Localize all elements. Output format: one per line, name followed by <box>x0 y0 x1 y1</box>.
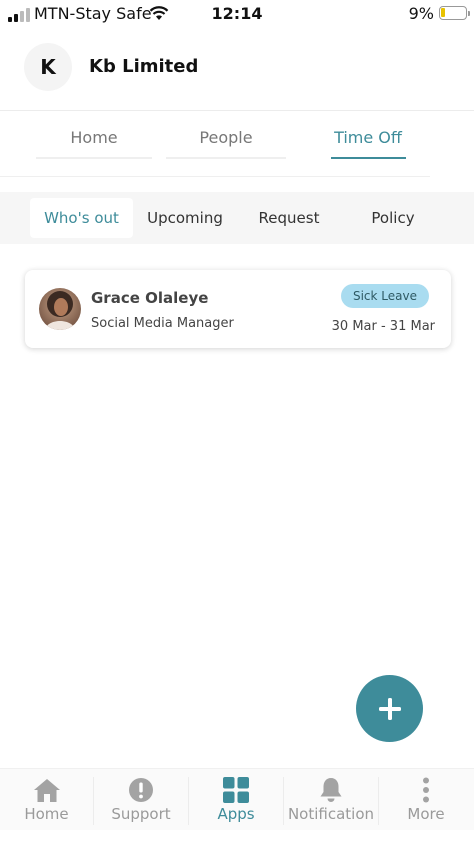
tab-people-underline <box>166 157 286 159</box>
subtab-whos-out[interactable]: Who's out <box>30 198 133 238</box>
status-bar: MTN-Stay Safe 12:14 9% <box>0 0 474 28</box>
divider <box>0 176 430 177</box>
alert-circle-icon <box>128 777 154 807</box>
grid-icon <box>223 777 249 807</box>
home-icon <box>33 777 61 807</box>
avatar <box>39 288 81 330</box>
clock: 12:14 <box>211 4 263 23</box>
tab-time-off-underline <box>331 157 406 159</box>
plus-icon <box>378 697 401 720</box>
nav-support[interactable]: Support <box>94 769 188 831</box>
nav-home-label: Home <box>24 805 69 823</box>
company-name: Kb Limited <box>89 56 199 77</box>
company-avatar[interactable]: K <box>24 43 72 91</box>
person-name: Grace Olaleye <box>91 289 209 307</box>
nav-notification[interactable]: Notification <box>284 769 378 831</box>
divider <box>0 110 474 111</box>
time-off-card[interactable]: Grace Olaleye Social Media Manager Sick … <box>25 270 451 348</box>
bell-icon <box>319 777 343 807</box>
nav-home[interactable]: Home <box>0 769 93 831</box>
nav-more[interactable]: More <box>379 769 473 831</box>
tab-people[interactable]: People <box>166 128 286 158</box>
subtab-upcoming[interactable]: Upcoming <box>138 198 232 238</box>
nav-notification-label: Notification <box>287 805 375 823</box>
battery-icon <box>439 6 470 20</box>
battery-percent: 9% <box>408 4 434 23</box>
person-role: Social Media Manager <box>91 316 234 331</box>
tab-home[interactable]: Home <box>36 128 152 158</box>
leave-type-badge: Sick Leave <box>340 284 429 308</box>
nav-more-label: More <box>407 805 445 823</box>
sub-tabs: Who's out Upcoming Request Policy <box>0 192 474 244</box>
nav-apps[interactable]: Apps <box>189 769 283 831</box>
top-tabs: Home People Time Off <box>0 112 474 176</box>
more-vertical-icon <box>422 777 430 807</box>
tab-time-off[interactable]: Time Off <box>300 128 436 158</box>
nav-apps-label: Apps <box>217 805 255 823</box>
subtab-policy[interactable]: Policy <box>346 198 440 238</box>
bottom-nav: Home Support Apps Notification More <box>0 768 474 830</box>
tab-home-underline <box>36 157 152 159</box>
leave-dates: 30 Mar - 31 Mar <box>331 319 435 334</box>
nav-support-label: Support <box>111 805 171 823</box>
add-request-button[interactable] <box>356 675 423 742</box>
subtab-request[interactable]: Request <box>242 198 336 238</box>
